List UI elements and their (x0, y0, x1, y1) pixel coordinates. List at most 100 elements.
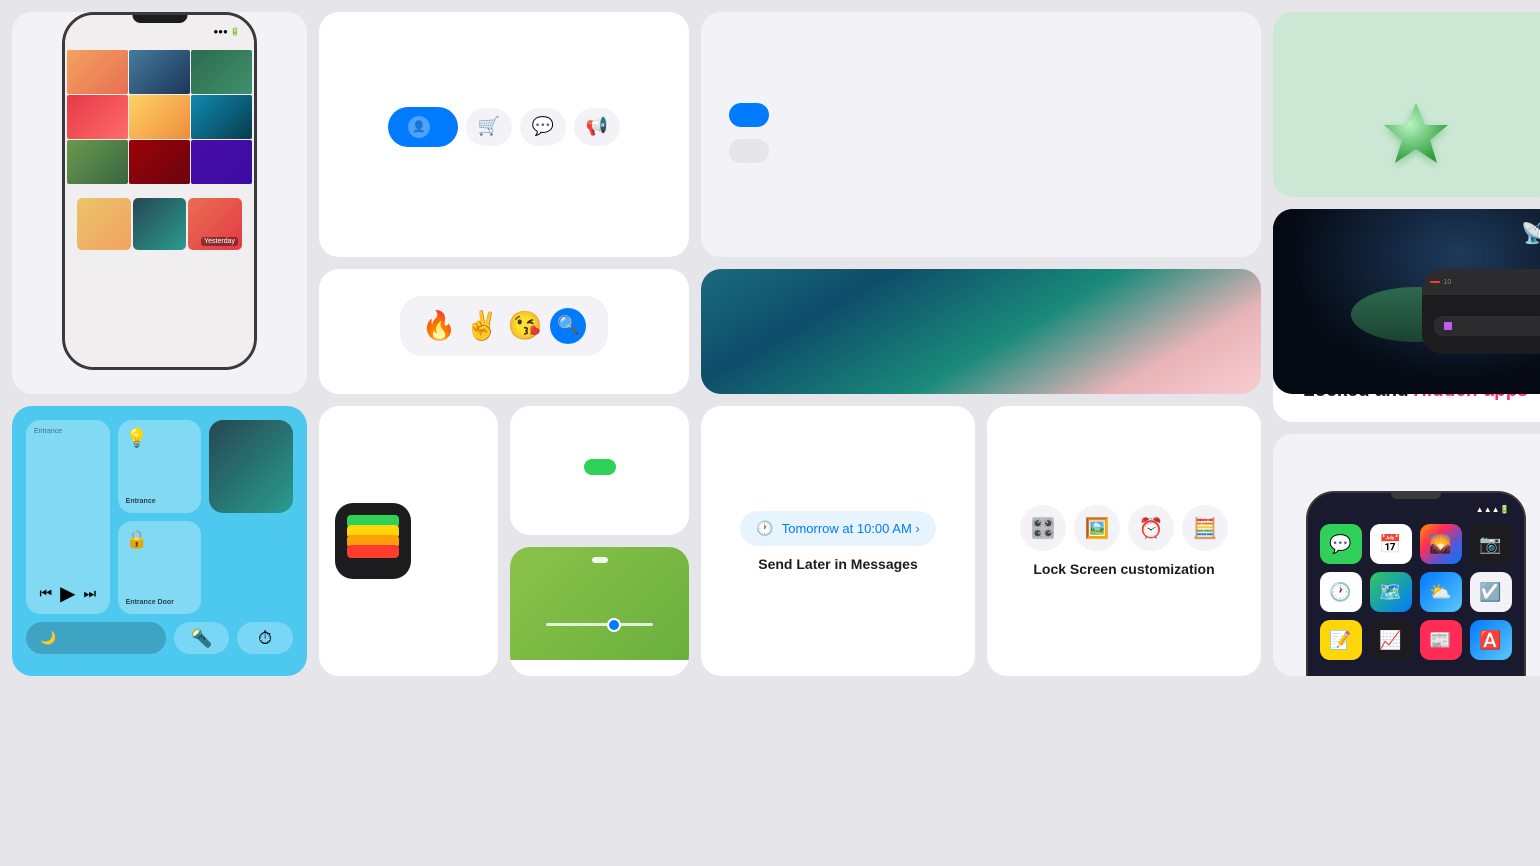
prev-icon[interactable]: ⏮ (40, 585, 53, 602)
recent-thumb: Yesterday (188, 198, 242, 250)
play-icon[interactable]: ▶ (60, 581, 75, 606)
cc-lock[interactable]: 🔒 Entrance Door (118, 521, 202, 614)
notes-icon[interactable]: 📝 (1320, 620, 1362, 660)
reminders-card: 10 (1422, 269, 1540, 354)
cc-light[interactable]: 💡 Entrance (118, 420, 202, 513)
recent-thumb (77, 198, 131, 250)
photos-mosaic (67, 50, 252, 184)
photos-bottom: Yesterday (65, 188, 254, 262)
col2-row3-section (319, 406, 689, 676)
photos-title-area (65, 38, 254, 46)
lock-icon: 🔒 (126, 529, 194, 550)
chat-tab[interactable]: 💬 (520, 108, 566, 146)
reminders-icon[interactable]: ☑️ (1470, 572, 1512, 612)
recent-thumb-row: Yesterday (77, 198, 242, 250)
send-later-time: Tomorrow at 10:00 AM › (782, 521, 920, 536)
megaphone-tab[interactable]: 📢 (574, 108, 620, 146)
news-icon[interactable]: 📰 (1420, 620, 1462, 660)
kiss-emoji: 😘 (507, 309, 542, 342)
lock-icon-2: 🖼️ (1074, 505, 1120, 551)
cc-timer-btn[interactable]: ⏱ (237, 622, 293, 654)
reminder-event (1434, 316, 1540, 336)
entrance-text: Entrance (126, 498, 194, 505)
blown-away-message (729, 139, 769, 163)
light-info: Entrance (126, 498, 194, 505)
home-phone: ▲▲▲🔋 💬 📅 🌄 📷 🕐 🗺️ ⛅ ☑️ 📝 📈 📰 (1306, 491, 1526, 676)
battery-signal: ●●● 🔋 (213, 27, 240, 36)
cc-main-grid: 💡 Entrance Entrance ⏮ ▶ ⏭ (26, 420, 293, 614)
cal-num: 10 (1444, 279, 1452, 286)
weather-icon[interactable]: ⛅ (1420, 572, 1462, 612)
wallet-icon-bg (335, 503, 411, 579)
main-grid: ●●● 🔋 (0, 0, 1540, 866)
send-later-card: 🕐 Tomorrow at 10:00 AM › Send Later in M… (701, 406, 975, 676)
cam-icon[interactable]: 📷 (1470, 524, 1512, 564)
mail-tab-row: 👤 🛒 💬 📢 (388, 107, 620, 147)
lock-info: Entrance Door (126, 599, 194, 606)
lock-icon-3: ⏰ (1128, 505, 1174, 551)
card-red (347, 545, 399, 558)
time-badge (1430, 281, 1440, 283)
photo-cell (67, 95, 128, 139)
photo-cell (67, 50, 128, 94)
app-grid: 💬 📅 🌄 📷 🕐 🗺️ ⛅ ☑️ 📝 📈 📰 🅰️ (1308, 518, 1524, 676)
trail-label (592, 557, 608, 563)
home-phone-inner: ▲▲▲🔋 💬 📅 🌄 📷 🕐 🗺️ ⛅ ☑️ 📝 📈 📰 (1308, 493, 1524, 676)
hiking-path (546, 623, 653, 626)
photo-cell (191, 50, 252, 94)
cc-music-widget[interactable]: Entrance ⏮ ▶ ⏭ (26, 420, 110, 614)
emoji-tapback-bubble: 🔥 ✌️ 😘 🔍 (400, 296, 609, 356)
lock-screen-label: Lock Screen customization (1033, 561, 1214, 577)
cc-photo (209, 420, 293, 513)
state-mind-card (1273, 12, 1540, 197)
photos-card: ●●● 🔋 (12, 12, 307, 394)
peace-emoji: ✌️ (465, 309, 500, 342)
primary-tab[interactable]: 👤 (388, 107, 458, 147)
dynamic-island-home (1391, 493, 1441, 499)
wallet-card (319, 406, 498, 676)
trail-pin (607, 618, 621, 632)
lock-icon-4: 🧮 (1182, 505, 1228, 551)
cc-flashlight-btn[interactable]: 🔦 (174, 622, 230, 654)
cart-tab[interactable]: 🛒 (466, 108, 512, 146)
clock-icon[interactable]: 🕐 (1320, 572, 1362, 612)
maps-icon[interactable]: 🗺️ (1370, 572, 1412, 612)
cal-icon[interactable]: 📅 (1370, 524, 1412, 564)
hiking-card (510, 547, 689, 676)
music-entrance: Entrance (34, 428, 102, 435)
recent-thumb (133, 198, 187, 250)
search-in-bubble[interactable]: 🔍 (550, 308, 586, 344)
photo-cell (191, 95, 252, 139)
photo-cell (67, 140, 128, 184)
next-icon[interactable]: ⏭ (84, 585, 97, 602)
home-screen-preview-card: ▲▲▲🔋 💬 📅 🌄 📷 🕐 🗺️ ⛅ ☑️ 📝 📈 📰 (1273, 434, 1540, 676)
bulb-icon: 💡 (126, 428, 194, 449)
person-icon: 👤 (408, 116, 430, 138)
text-effects-card (701, 12, 1261, 257)
photo-cell (129, 95, 190, 139)
cc-bottom-widgets: 🌙 🔦 ⏱ (26, 622, 293, 654)
photo-cell (129, 50, 190, 94)
hiking-map-visual (510, 547, 689, 660)
phone-mockup: ●●● 🔋 (62, 12, 257, 370)
hiking-label (592, 660, 608, 676)
rcs-badge (584, 459, 616, 475)
col3-row3-section: 🕐 Tomorrow at 10:00 AM › Send Later in M… (701, 406, 1261, 676)
appstore-icon[interactable]: 🅰️ (1470, 620, 1512, 660)
satellite-dish-icon: 📡 (1521, 221, 1540, 246)
wallet-cards-visual (347, 515, 399, 567)
msg-icon[interactable]: 💬 (1320, 524, 1362, 564)
stocks-icon[interactable]: 📈 (1370, 620, 1412, 660)
star-icon (1376, 97, 1456, 177)
thumb-date: Yesterday (201, 237, 238, 246)
door-label-text: Entrance Door (126, 599, 194, 606)
rockstar-message (729, 103, 769, 127)
reminders-titlebar: 10 (1422, 269, 1540, 295)
event-dot (1444, 322, 1452, 330)
lock-screen-icons: 🎛️ 🖼️ ⏰ 🧮 (1020, 505, 1228, 551)
photos-card-label (148, 370, 172, 394)
fire-emoji: 🔥 (422, 309, 457, 342)
cc-focus-btn[interactable]: 🌙 (26, 622, 166, 654)
music-info: Entrance (34, 428, 102, 435)
photos-icon[interactable]: 🌄 (1420, 524, 1462, 564)
